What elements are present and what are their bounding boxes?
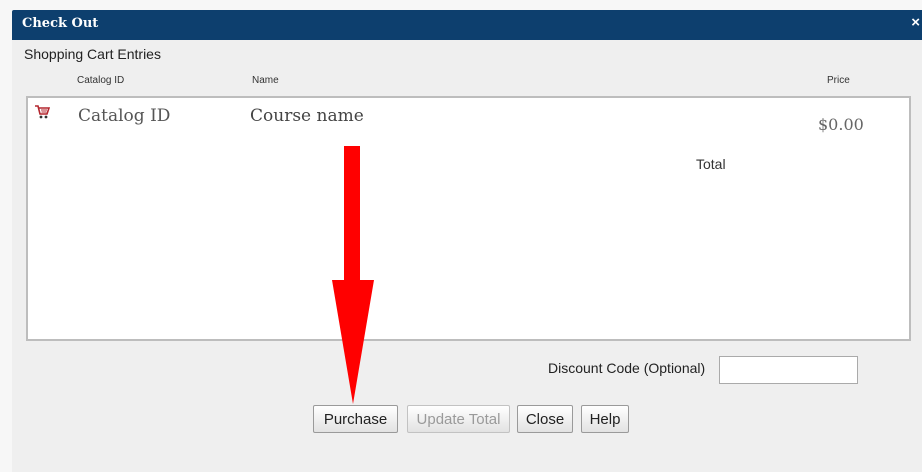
dialog-titlebar: Check Out ×: [12, 10, 922, 40]
update-total-button[interactable]: Update Total: [407, 405, 510, 433]
column-header-price: Price: [827, 75, 850, 86]
help-button[interactable]: Help: [581, 405, 629, 433]
discount-code-input[interactable]: [719, 356, 858, 384]
close-button[interactable]: Close: [517, 405, 573, 433]
dialog-title: Check Out: [22, 16, 99, 31]
dialog-body: Shopping Cart Entries Catalog ID Name Pr…: [12, 40, 922, 472]
row-course-name: Course name: [250, 106, 364, 126]
discount-code-label: Discount Code (Optional): [548, 360, 706, 376]
section-heading: Shopping Cart Entries: [24, 46, 161, 62]
cart-icon: [35, 105, 50, 119]
cart-entries-panel: Catalog ID Course name $0.00 Total: [26, 96, 911, 341]
row-catalog-id: Catalog ID: [78, 106, 171, 126]
close-icon[interactable]: ×: [911, 14, 920, 31]
row-price: $0.00: [818, 115, 864, 134]
column-header-catalog-id: Catalog ID: [77, 75, 125, 86]
column-header-name: Name: [252, 75, 279, 86]
purchase-button[interactable]: Purchase: [313, 405, 398, 433]
total-label: Total: [696, 156, 726, 172]
